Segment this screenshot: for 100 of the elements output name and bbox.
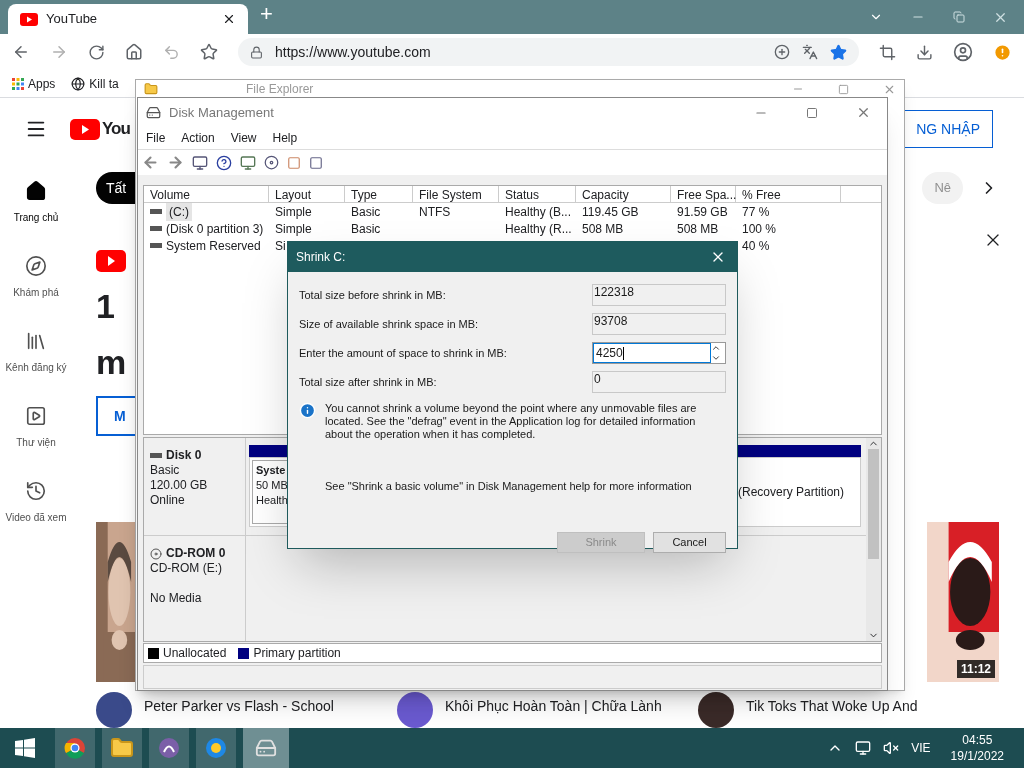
spin-up-icon[interactable] — [711, 343, 721, 353]
legend-label: Primary partition — [253, 645, 341, 662]
clock[interactable]: 04:55 19/1/2022 — [942, 732, 1012, 764]
column-header[interactable]: % Free — [736, 186, 841, 202]
column-header[interactable]: Status — [499, 186, 576, 202]
help-text: See "Shrink a basic volume" in Disk Management help for more information — [325, 479, 693, 494]
disk-info: 120.00 GB — [150, 478, 209, 493]
new-tab-button[interactable]: + — [248, 0, 285, 34]
readonly-field: 93708 — [592, 313, 726, 335]
logo-text: You — [102, 118, 130, 141]
table-cell-text: 100 % — [742, 220, 777, 238]
cancel-button[interactable]: Cancel — [653, 531, 726, 553]
sidebar-item[interactable]: Thư viện — [16, 405, 56, 450]
reload-icon[interactable] — [88, 43, 105, 61]
bookmark[interactable]: Kill ta — [71, 74, 119, 93]
column-header[interactable]: File System — [413, 186, 499, 202]
table-cell-text: 40 % — [742, 237, 770, 255]
network-icon[interactable] — [855, 740, 872, 756]
help-icon[interactable] — [216, 154, 232, 171]
channel-avatar[interactable] — [698, 692, 734, 728]
column-header[interactable]: Free Spa... — [671, 186, 736, 202]
taskbar-app[interactable] — [102, 728, 142, 768]
sidebar-item[interactable]: Kênh đăng ký — [5, 330, 67, 375]
legend-label: Unallocated — [163, 645, 227, 662]
shrink-amount-spinner[interactable]: 4250 — [592, 342, 726, 364]
video-title[interactable]: Khôi Phục Hoàn Toàn | Chữa Lành — [445, 692, 662, 716]
bookmark[interactable]: Apps — [12, 74, 56, 93]
video-title[interactable]: Tik Toks That Woke Up And — [746, 692, 918, 716]
table-cell-text: Basic — [351, 203, 381, 221]
readonly-field: 0 — [592, 371, 726, 393]
address-bar[interactable]: https://www.youtube.com — [238, 38, 859, 66]
translate-icon[interactable] — [802, 44, 818, 60]
subscriptions-icon — [25, 330, 47, 352]
column-header[interactable]: Volume — [144, 186, 269, 202]
column-header[interactable]: Layout — [269, 186, 345, 202]
channel-avatar[interactable] — [397, 692, 433, 728]
download-icon[interactable] — [916, 43, 933, 61]
readonly-field: 122318 — [592, 284, 726, 306]
language-indicator[interactable]: VIE — [911, 739, 931, 757]
table-cell-text: 119.45 GB — [582, 203, 639, 221]
scrollbar[interactable] — [866, 438, 881, 641]
volume-icon — [150, 243, 162, 248]
browser-tab[interactable]: YouTube — [8, 4, 248, 34]
disk-management-icon — [146, 105, 161, 120]
plus-icon[interactable] — [774, 44, 790, 60]
back-icon[interactable] — [12, 43, 30, 61]
disk-info: No Media — [150, 591, 203, 607]
address-text: https://www.youtube.com — [275, 42, 432, 62]
disk-info: CD-ROM (E:) — [150, 561, 223, 577]
maximize-icon[interactable] — [806, 106, 818, 119]
drive-label[interactable]: (Disk 0 partition 3) — [166, 219, 264, 238]
compass-icon — [25, 255, 47, 277]
globe-icon — [71, 76, 86, 91]
disc-icon[interactable] — [264, 155, 279, 170]
column-header[interactable]: Capacity — [576, 186, 671, 202]
history-icon — [25, 480, 47, 502]
crop-icon[interactable] — [879, 43, 896, 61]
filter-chip[interactable]: Tất — [96, 172, 135, 204]
scroll-thumb[interactable] — [868, 449, 879, 559]
partition-label[interactable]: (Recovery Partition) — [737, 483, 844, 502]
youtube-icon — [20, 12, 38, 26]
forward-icon[interactable] — [167, 154, 184, 171]
muted-speaker-icon[interactable] — [883, 740, 900, 756]
sidebar-item[interactable]: Khám phá — [13, 255, 59, 300]
channel-avatar[interactable] — [96, 692, 132, 728]
menu-item[interactable]: View — [230, 129, 257, 147]
taskbar-app[interactable] — [55, 728, 95, 768]
window-title: Disk Management — [169, 103, 274, 122]
home-icon[interactable] — [125, 43, 143, 61]
close-icon[interactable] — [222, 12, 236, 26]
taskbar-app[interactable] — [149, 728, 189, 768]
shrink-amount-field[interactable]: 4250 — [593, 343, 711, 363]
pane-icon[interactable] — [240, 154, 256, 171]
sidebar-item[interactable]: Video đã xem — [5, 480, 67, 525]
sidebar-item[interactable]: Trang chủ — [13, 180, 59, 225]
table-cell-text: Healthy (B... — [505, 203, 572, 221]
menu-item[interactable]: Action — [181, 129, 215, 147]
menu-item[interactable]: Help — [272, 129, 298, 147]
star-icon[interactable] — [200, 43, 218, 61]
windows-icon[interactable] — [15, 738, 35, 758]
taskbar-app[interactable] — [196, 728, 236, 768]
disk-name[interactable]: CD-ROM 0 — [166, 546, 226, 562]
menu-item[interactable]: File — [146, 129, 166, 147]
video-title[interactable]: Peter Parker vs Flash - School — [144, 692, 334, 716]
table-cell-text: 91.59 GB — [677, 203, 728, 221]
console-icon[interactable] — [192, 154, 208, 171]
banner-heading: m — [96, 342, 127, 383]
star-icon[interactable] — [830, 43, 847, 61]
disk-info: Basic — [150, 463, 181, 478]
drive-label[interactable]: System Reserved — [166, 236, 261, 255]
column-header[interactable]: Type — [345, 186, 413, 202]
volume-icon — [150, 226, 162, 231]
back-icon[interactable] — [142, 154, 159, 171]
home-icon — [25, 180, 47, 202]
spin-down-icon[interactable] — [711, 353, 721, 363]
disk-name[interactable]: Disk 0 — [166, 448, 202, 463]
folder-icon — [144, 82, 158, 96]
table-cell-text: 77 % — [742, 203, 770, 221]
taskbar-app[interactable] — [243, 728, 289, 768]
account-icon[interactable] — [953, 42, 973, 62]
